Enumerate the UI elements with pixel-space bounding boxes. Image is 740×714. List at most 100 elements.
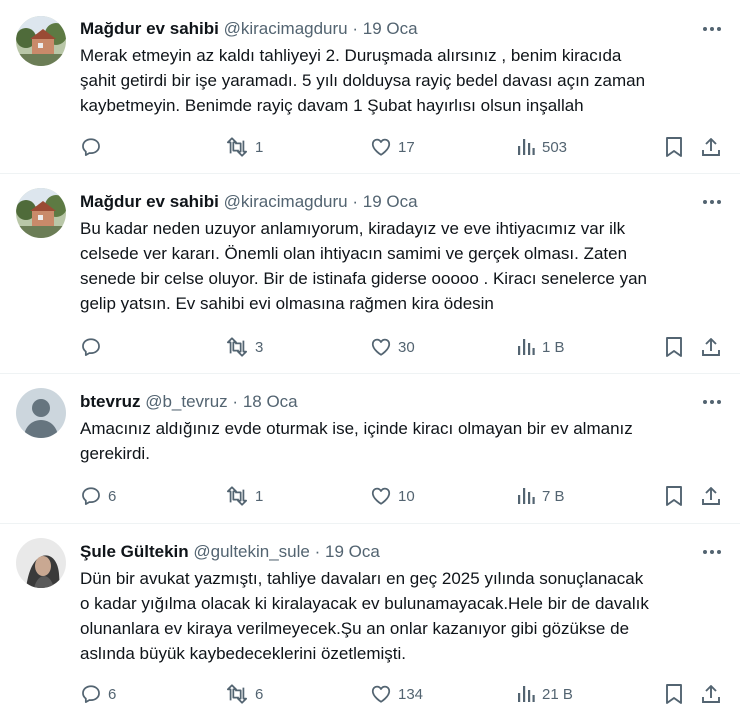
tweet-date[interactable]: 19 Oca (363, 192, 418, 211)
view-count: 503 (542, 138, 568, 156)
tweet-text: Bu kadar neden uzuyor anlamıyorum, kirad… (80, 216, 726, 316)
retweet-icon (226, 137, 248, 157)
view-count: 7 B (542, 487, 565, 505)
share-button[interactable] (700, 484, 722, 508)
separator: · (352, 192, 359, 211)
user-handle[interactable]: @kiracimagduru (224, 19, 348, 38)
avatar[interactable] (16, 388, 66, 438)
bookmark-icon (666, 337, 682, 357)
display-name[interactable]: Mağdur ev sahibi (80, 192, 219, 211)
like-button[interactable]: 134 (370, 682, 423, 706)
tweet-actions: 6 6 134 21 B (80, 682, 724, 706)
more-icon[interactable] (700, 16, 724, 42)
like-count: 10 (398, 487, 415, 505)
separator: · (314, 542, 321, 561)
user-handle[interactable]: @kiracimagduru (224, 192, 348, 211)
more-icon[interactable] (700, 189, 724, 215)
tweet[interactable]: Mağdur ev sahibi @kiracimagduru · 19 Oca… (0, 0, 740, 174)
bookmark-icon (666, 137, 682, 157)
tweet-actions: 3 30 1 B (80, 335, 724, 359)
display-name[interactable]: btevruz (80, 392, 140, 411)
share-icon (702, 685, 720, 703)
bookmark-button[interactable] (664, 484, 684, 508)
tweet-actions: 1 17 503 (80, 135, 724, 159)
share-button[interactable] (700, 135, 722, 159)
retweet-count: 1 (255, 487, 264, 505)
retweet-count: 1 (255, 138, 264, 156)
user-handle[interactable]: @b_tevruz (145, 392, 227, 411)
retweet-icon (226, 337, 248, 357)
view-count: 21 B (542, 685, 573, 703)
bookmark-icon (666, 486, 682, 506)
display-name[interactable]: Şule Gültekin (80, 542, 189, 561)
tweet-text-line: gelip yatsın. Ev sahibi evi olmasına rağ… (80, 294, 494, 313)
avatar[interactable] (16, 188, 66, 238)
heart-icon (371, 138, 391, 156)
like-button[interactable]: 10 (370, 484, 415, 508)
share-icon (702, 338, 720, 356)
display-name[interactable]: Mağdur ev sahibi (80, 19, 219, 38)
bookmark-icon (666, 684, 682, 704)
retweet-icon (226, 486, 248, 506)
share-button[interactable] (700, 682, 722, 706)
bookmark-button[interactable] (664, 335, 684, 359)
like-count: 17 (398, 138, 415, 156)
tweet-date[interactable]: 18 Oca (243, 392, 298, 411)
retweet-button[interactable]: 1 (225, 135, 263, 159)
tweet-text: Dün bir avukat yazmıştı, tahliye davalar… (80, 566, 726, 666)
views-button[interactable]: 503 (516, 135, 567, 159)
tweet-header: Şule Gültekin @gultekin_sule · 19 Oca (80, 539, 690, 565)
tweet-header: Mağdur ev sahibi @kiracimagduru · 19 Oca (80, 189, 690, 215)
tweet-text-line: olunanlara ev kiraya verilmeyecek.Şu an … (80, 619, 630, 638)
reply-icon (82, 487, 100, 506)
tweet-text-line: şahit getirdi bir işe yaramadı. 5 yılı d… (80, 71, 646, 90)
user-handle[interactable]: @gultekin_sule (193, 542, 310, 561)
share-icon (702, 138, 720, 156)
share-button[interactable] (700, 335, 722, 359)
like-count: 30 (398, 338, 415, 356)
heart-icon (371, 487, 391, 505)
bookmark-button[interactable] (664, 135, 684, 159)
reply-icon (82, 685, 100, 704)
tweet-text-line: kaybetmeyin. Benimde rayiç davam 1 Şubat… (80, 96, 584, 115)
tweet-date[interactable]: 19 Oca (363, 19, 418, 38)
tweet-date[interactable]: 19 Oca (325, 542, 380, 561)
reply-button[interactable]: 6 (80, 484, 116, 508)
separator: · (232, 392, 239, 411)
tweet-actions: 6 1 10 7 B (80, 484, 724, 508)
tweet-feed: Mağdur ev sahibi @kiracimagduru · 19 Oca… (0, 0, 740, 714)
tweet-header: btevruz @b_tevruz · 18 Oca (80, 389, 690, 415)
more-icon[interactable] (700, 539, 724, 565)
reply-button[interactable] (80, 335, 108, 359)
share-icon (702, 487, 720, 505)
views-button[interactable]: 21 B (516, 682, 573, 706)
separator: · (352, 19, 359, 38)
views-icon (518, 686, 535, 702)
tweet[interactable]: Mağdur ev sahibi @kiracimagduru · 19 Oca… (0, 174, 740, 374)
reply-button[interactable] (80, 135, 108, 159)
views-button[interactable]: 1 B (516, 335, 565, 359)
tweet-text-line: gerekirdi. (80, 444, 150, 463)
tweet[interactable]: Şule Gültekin @gultekin_sule · 19 Oca Dü… (0, 524, 740, 714)
tweet-header: Mağdur ev sahibi @kiracimagduru · 19 Oca (80, 16, 690, 42)
avatar[interactable] (16, 538, 66, 588)
bookmark-button[interactable] (664, 682, 684, 706)
avatar[interactable] (16, 16, 66, 66)
reply-button[interactable]: 6 (80, 682, 116, 706)
retweet-button[interactable]: 6 (225, 682, 263, 706)
retweet-button[interactable]: 3 (225, 335, 263, 359)
like-count: 134 (398, 685, 424, 703)
reply-count: 6 (108, 685, 117, 703)
tweet-text-line: Merak etmeyin az kaldı tahliyeyi 2. Duru… (80, 46, 622, 65)
views-icon (518, 139, 535, 155)
heart-icon (371, 685, 391, 703)
tweet[interactable]: btevruz @b_tevruz · 18 Oca Amacınız aldı… (0, 374, 740, 524)
retweet-button[interactable]: 1 (225, 484, 263, 508)
more-icon[interactable] (700, 389, 724, 415)
views-button[interactable]: 7 B (516, 484, 565, 508)
views-icon (518, 339, 535, 355)
like-button[interactable]: 30 (370, 335, 415, 359)
heart-icon (371, 338, 391, 356)
view-count: 1 B (542, 338, 565, 356)
like-button[interactable]: 17 (370, 135, 415, 159)
